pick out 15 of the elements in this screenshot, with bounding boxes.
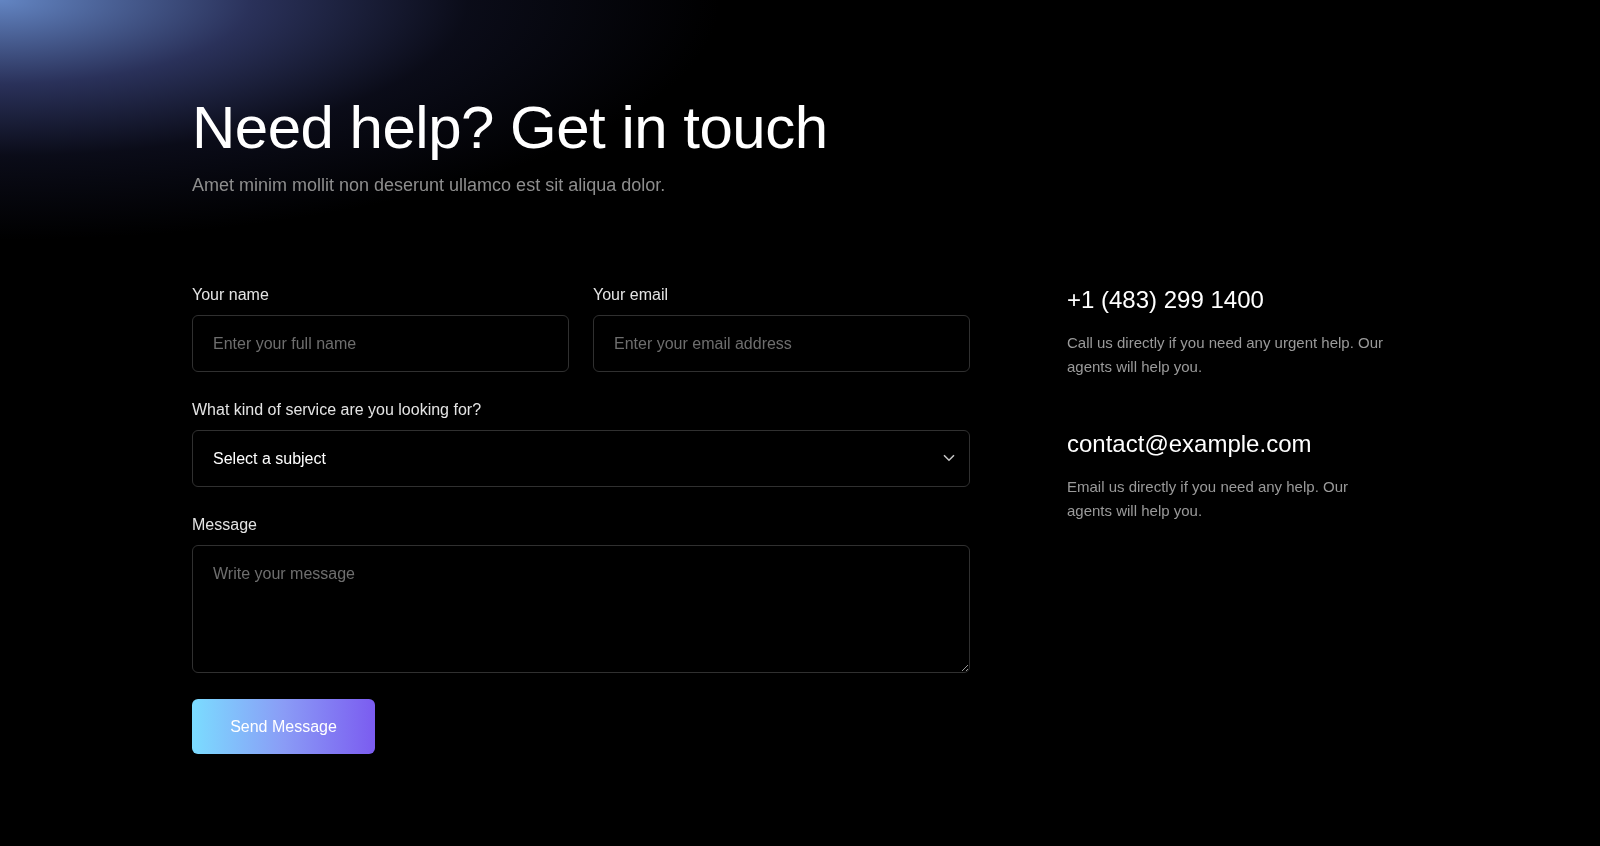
page-subtitle: Amet minim mollit non deserunt ullamco est sit aliqua dolor. bbox=[192, 174, 667, 197]
field-label: Your email bbox=[593, 285, 669, 305]
contact-heading: +1 (483) 299 1400 bbox=[1067, 285, 1265, 314]
contact-description: Call us directly if you need any urgent help. Our agents will help you. bbox=[1067, 333, 1384, 377]
field-label: Message bbox=[192, 515, 258, 535]
contact-heading: contact@example.com bbox=[1067, 429, 1313, 458]
message-field[interactable]: Write your message bbox=[192, 545, 970, 673]
chevron-down-icon bbox=[943, 454, 955, 462]
contact-description: Email us directly if you need any help. Our agents will help you. bbox=[1067, 477, 1349, 521]
input-field[interactable]: Enter your full name bbox=[192, 315, 569, 372]
field-label: Your name bbox=[192, 285, 270, 305]
field-label: What kind of service are you looking for? bbox=[192, 400, 483, 420]
input-field[interactable]: Enter your email address bbox=[593, 315, 970, 372]
page-title: Need help? Get in touch bbox=[192, 93, 829, 163]
dropdown-field[interactable]: Select a subject bbox=[192, 430, 970, 487]
